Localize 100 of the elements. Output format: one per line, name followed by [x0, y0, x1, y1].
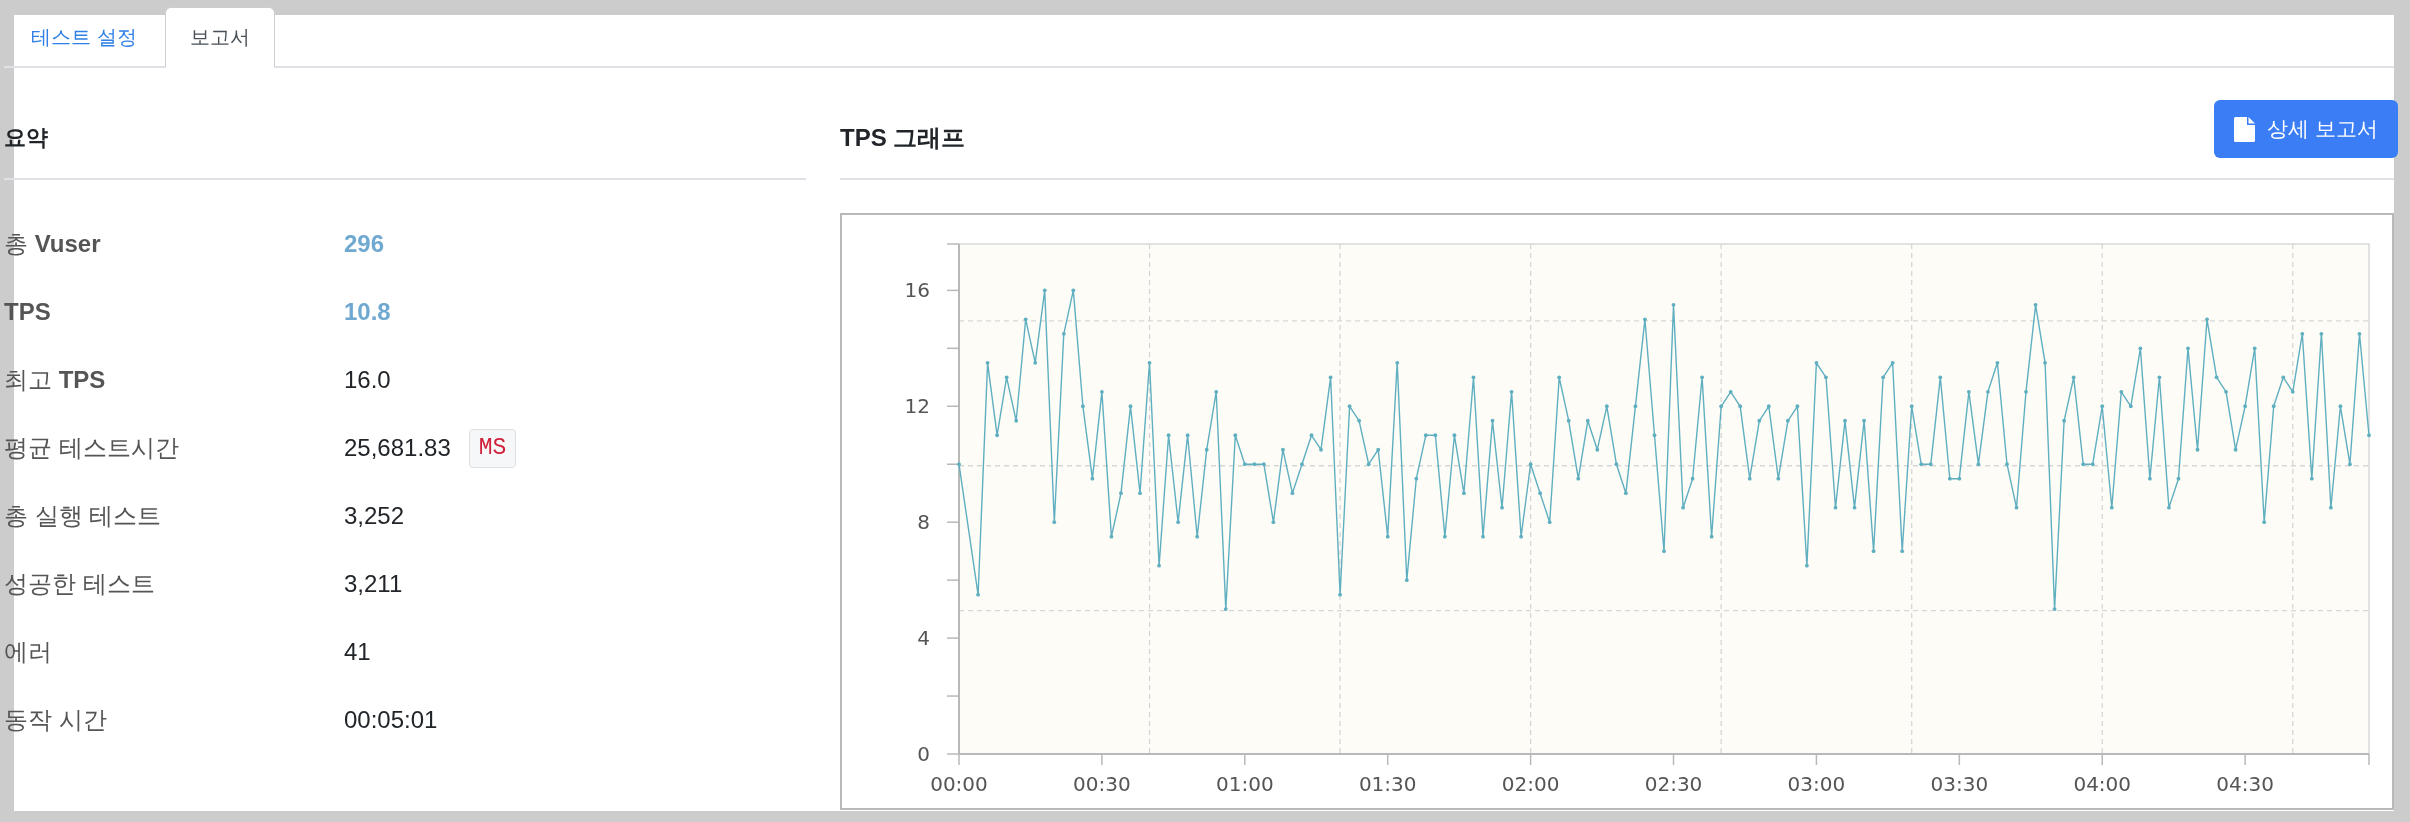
data-point: [1347, 404, 1352, 409]
data-point: [1328, 375, 1333, 380]
data-point: [1271, 520, 1276, 525]
metric-label: 총 Vuser: [4, 229, 102, 259]
data-point: [1662, 549, 1666, 554]
data-point: [1719, 404, 1724, 409]
data-point: [957, 462, 961, 467]
data-point: [1728, 389, 1733, 394]
data-point: [1528, 462, 1533, 467]
metric-label: 최고 TPS: [4, 365, 107, 395]
data-point: [2233, 447, 2238, 452]
data-point: [1176, 520, 1180, 525]
data-point: [1166, 433, 1171, 438]
data-point: [1071, 288, 1076, 293]
data-point: [2138, 346, 2143, 351]
data-point: [1824, 375, 1828, 380]
data-point: [1357, 418, 1362, 423]
data-point: [1633, 404, 1638, 409]
data-point: [2176, 476, 2181, 481]
tab[interactable]: 보고서: [164, 7, 275, 68]
data-point: [2157, 375, 2162, 380]
data-point: [1290, 491, 1295, 496]
data-point: [1376, 447, 1381, 452]
data-point: [2224, 389, 2228, 394]
data-point: [1033, 360, 1038, 365]
data-point: [2348, 462, 2352, 467]
data-point: [1881, 375, 1885, 380]
data-point: [1214, 389, 1219, 394]
y-tick-label: 4: [917, 626, 930, 651]
data-point: [1557, 375, 1562, 380]
data-point: [1100, 389, 1104, 394]
tab[interactable]: 테스트 설정: [6, 7, 162, 68]
data-point: [1462, 491, 1466, 496]
data-point: [1061, 331, 1066, 336]
data-point: [1690, 476, 1695, 481]
detail-report-button[interactable]: 상세 보고서: [2214, 100, 2398, 158]
data-point: [1471, 375, 1476, 380]
metric-value: 25,681.83: [344, 434, 451, 462]
data-point: [1795, 404, 1800, 409]
data-point: [1576, 476, 1581, 481]
x-tick-label: 03:30: [1930, 772, 1989, 796]
x-tick-label: 02:00: [1501, 772, 1560, 796]
data-point: [1004, 375, 1009, 380]
data-point: [1909, 404, 1914, 409]
data-point: [1757, 418, 1762, 423]
data-point: [2214, 375, 2219, 380]
data-point: [1681, 505, 1685, 510]
data-point: [1843, 418, 1847, 423]
data-point: [1738, 404, 1743, 409]
data-point: [2014, 505, 2019, 510]
data-point: [1119, 491, 1123, 496]
data-point: [1833, 505, 1838, 510]
data-point: [1281, 447, 1285, 452]
data-point: [1490, 418, 1495, 423]
x-tick-label: 00:30: [1073, 772, 1131, 796]
data-point: [1766, 404, 1771, 409]
x-tick-label: 00:00: [930, 772, 988, 796]
data-point: [1090, 476, 1095, 481]
y-tick-label: 8: [917, 510, 930, 535]
data-point: [1928, 462, 1933, 467]
data-point: [2005, 462, 2009, 467]
data-point: [1652, 433, 1657, 438]
data-point: [1814, 360, 1819, 365]
data-point: [1319, 447, 1323, 452]
data-point: [1366, 462, 1371, 467]
data-point: [1252, 462, 1257, 467]
data-point: [1519, 534, 1523, 539]
data-point: [1452, 433, 1457, 438]
data-point: [1700, 375, 1704, 380]
x-tick-label: 01:00: [1216, 772, 1274, 796]
data-point: [1595, 447, 1600, 452]
data-point: [1624, 491, 1628, 496]
data-point: [1643, 317, 1647, 322]
data-point: [1423, 433, 1428, 438]
data-point: [2195, 447, 2200, 452]
file-icon: [2234, 116, 2256, 142]
data-point: [1852, 505, 1857, 510]
data-point: [1109, 534, 1114, 539]
data-point: [2100, 404, 2105, 409]
data-point: [1185, 433, 1190, 438]
section-title: 요약: [4, 124, 48, 152]
metric-label: 에러: [4, 637, 53, 667]
x-tick-label: 04:00: [2073, 772, 2132, 796]
data-point: [2167, 505, 2171, 510]
metric-label: 성공한 테스트: [4, 569, 156, 599]
metric-label: TPS: [4, 298, 52, 326]
data-point: [2024, 389, 2028, 394]
data-point: [2357, 331, 2362, 336]
data-point: [1747, 476, 1752, 481]
data-point: [2071, 375, 2076, 380]
data-point: [1138, 491, 1142, 496]
data-point: [1195, 534, 1200, 539]
section-title: TPS 그래프: [840, 123, 966, 153]
data-point: [1080, 404, 1085, 409]
data-point: [2243, 404, 2248, 409]
data-point: [1938, 375, 1943, 380]
data-point: [2281, 375, 2286, 380]
data-point: [2148, 476, 2152, 481]
data-point: [1919, 462, 1924, 467]
data-point: [2205, 317, 2209, 322]
